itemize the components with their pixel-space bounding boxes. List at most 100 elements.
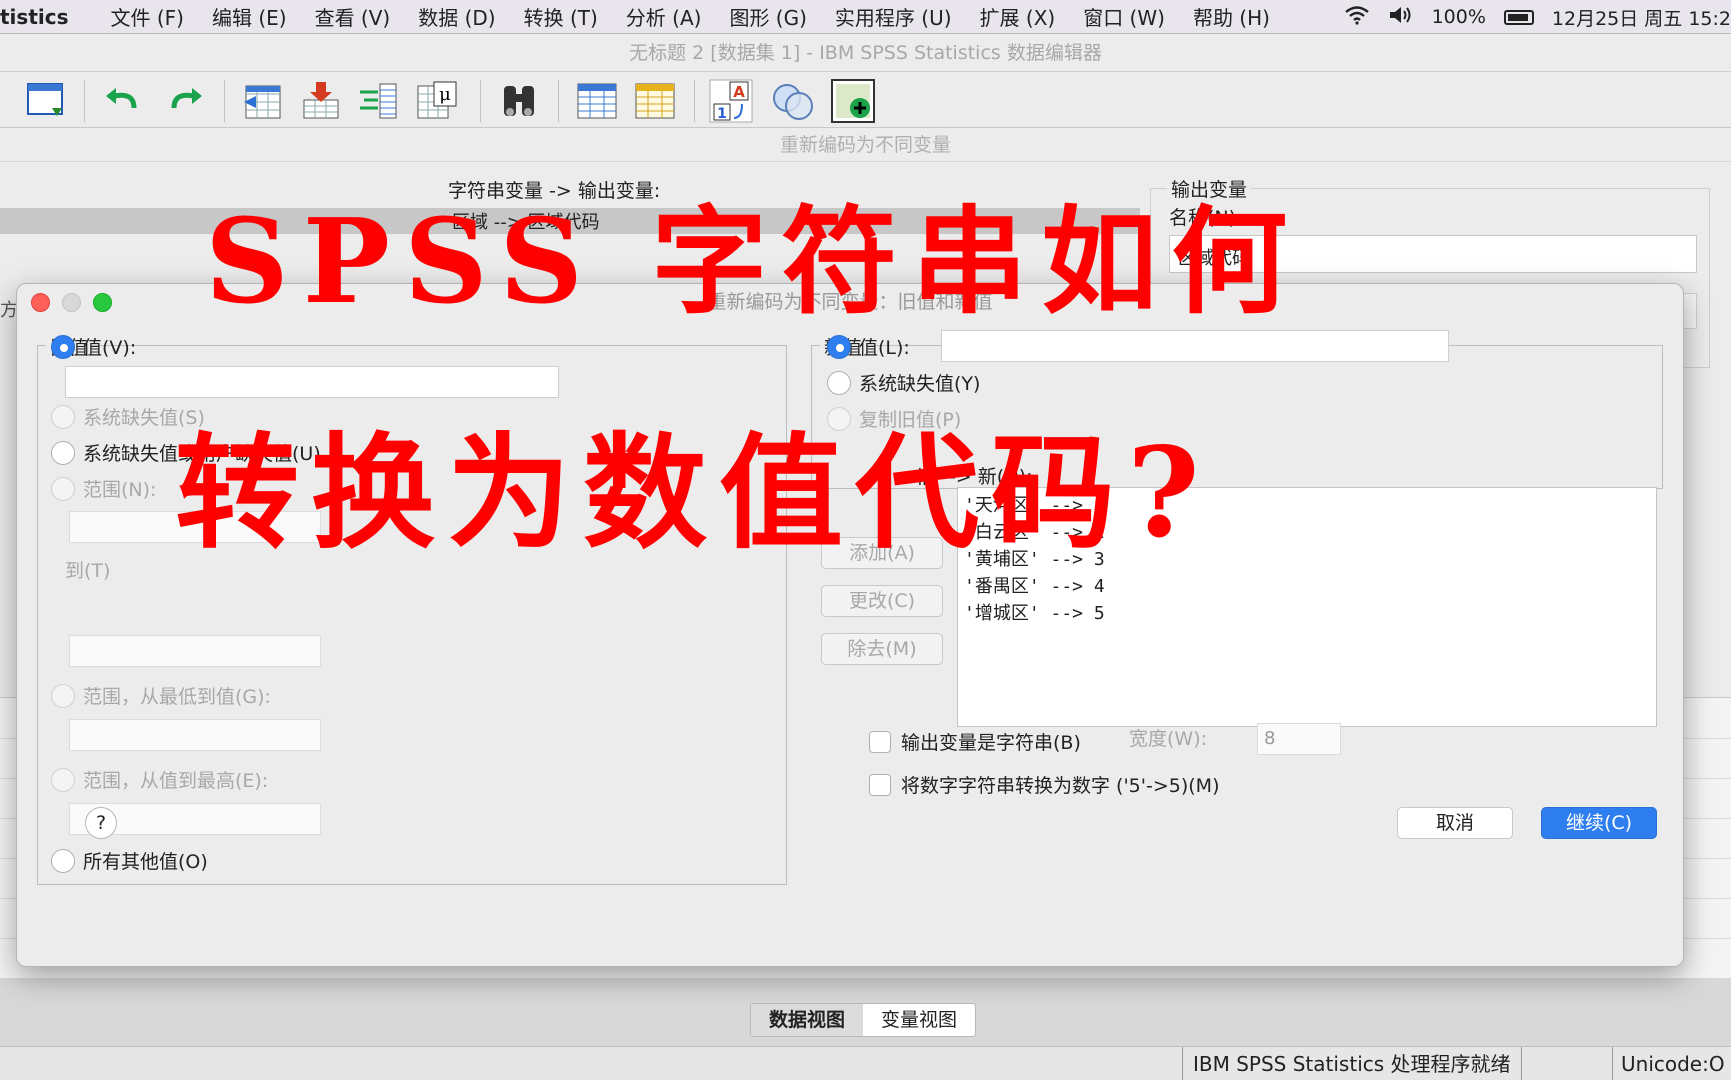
old-system-user-missing-label: 系统缺失值或用户缺失值(U) xyxy=(83,443,321,465)
width-label: 宽度(W): xyxy=(1129,728,1208,750)
new-value-label: 值(L): xyxy=(859,337,910,359)
old-all-other-label: 所有其他值(O) xyxy=(83,851,208,873)
radio-icon[interactable] xyxy=(51,476,75,501)
menu-analyze[interactable]: 分析 (A) xyxy=(612,2,716,31)
battery-icon[interactable] xyxy=(1503,9,1534,25)
radio-selected-icon[interactable] xyxy=(827,334,851,359)
range-from-input[interactable] xyxy=(69,511,321,543)
statistics-mu-icon[interactable]: μ xyxy=(414,78,460,124)
old-range-lowest-radio[interactable]: 范围，从最低到值(G): xyxy=(51,682,271,709)
menu-window[interactable]: 窗口 (W) xyxy=(1069,2,1179,31)
cancel-button[interactable]: 取消 xyxy=(1397,807,1513,839)
old-all-other-radio[interactable]: 所有其他值(O) xyxy=(51,847,208,874)
old-new-list-label: 旧 --> 新(D): xyxy=(917,466,1033,488)
output-variable-legend: 输出变量 xyxy=(1167,175,1252,202)
toolbar: μ A1 xyxy=(0,72,1731,128)
menu-edit[interactable]: 编辑 (E) xyxy=(198,2,301,31)
goto-variable-icon[interactable] xyxy=(298,78,344,124)
range-to-label: 到(T) xyxy=(65,560,111,582)
list-item[interactable]: '白云区' --> 2 xyxy=(964,519,1650,546)
value-labels-icon[interactable] xyxy=(830,78,876,124)
svg-text:A: A xyxy=(733,83,745,101)
range-lowest-input[interactable] xyxy=(69,719,321,751)
old-range-highest-label: 范围，从值到最高(E): xyxy=(83,770,269,792)
split-file-icon[interactable]: A1 xyxy=(708,78,754,124)
radio-selected-icon[interactable] xyxy=(51,334,75,359)
menu-utilities[interactable]: 实用程序 (U) xyxy=(821,2,966,31)
old-value-input[interactable] xyxy=(65,366,559,398)
redo-icon[interactable] xyxy=(162,78,208,124)
old-value-radio[interactable]: 值(V): xyxy=(51,333,136,360)
menu-graphs[interactable]: 图形 (G) xyxy=(715,2,820,31)
output-name-input[interactable]: 区域代码 xyxy=(1169,235,1697,273)
find-icon[interactable] xyxy=(496,78,542,124)
convert-numeric-label: 将数字字符串转换为数字 ('5'->5)(M) xyxy=(901,775,1220,797)
radio-icon[interactable] xyxy=(827,370,851,395)
new-value-input[interactable] xyxy=(941,330,1449,362)
menu-help[interactable]: 帮助 (H) xyxy=(1179,2,1284,31)
convert-numeric-checkbox[interactable]: 将数字字符串转换为数字 ('5'->5)(M) xyxy=(869,771,1219,798)
remove-button[interactable]: 除去(M) xyxy=(821,633,943,665)
status-bar: IBM SPSS Statistics 处理程序就绪 Unicode:O xyxy=(0,1046,1731,1080)
menu-transform[interactable]: 转换 (T) xyxy=(510,2,612,31)
help-button[interactable]: ? xyxy=(85,807,117,839)
encoding-status: Unicode:O xyxy=(1612,1047,1731,1080)
radio-icon[interactable] xyxy=(51,440,75,465)
status-area: 100% 12月25日 周五 15:2 xyxy=(1344,0,1731,34)
old-range-radio[interactable]: 范围(N): xyxy=(51,475,156,502)
tab-data-view[interactable]: 数据视图 xyxy=(751,1004,864,1036)
continue-button[interactable]: 继续(C) xyxy=(1541,807,1657,839)
svg-text:μ: μ xyxy=(439,84,451,105)
range-to-input[interactable] xyxy=(69,635,321,667)
select-cases-icon[interactable] xyxy=(770,78,816,124)
new-value-radio[interactable]: 值(L): xyxy=(827,333,910,360)
tab-variable-view[interactable]: 变量视图 xyxy=(863,1004,975,1036)
radio-icon[interactable] xyxy=(51,848,75,873)
old-range-highest-radio[interactable]: 范围，从值到最高(E): xyxy=(51,766,268,793)
radio-icon[interactable] xyxy=(51,767,75,792)
checkbox-icon[interactable] xyxy=(869,730,891,753)
processor-status: IBM SPSS Statistics 处理程序就绪 xyxy=(1182,1047,1522,1080)
old-range-lowest-label: 范围，从最低到值(G): xyxy=(83,686,271,708)
new-system-missing-label: 系统缺失值(Y) xyxy=(859,373,981,395)
list-item[interactable]: '天河区' --> 1 xyxy=(964,492,1650,519)
new-system-missing-radio[interactable]: 系统缺失值(Y) xyxy=(827,369,980,396)
volume-icon[interactable] xyxy=(1388,5,1414,30)
app-menu[interactable]: tistics xyxy=(0,5,97,29)
insert-variable-icon[interactable] xyxy=(632,78,678,124)
old-new-list[interactable]: '天河区' --> 1 '白云区' --> 2 '黄埔区' --> 3 '番禺区… xyxy=(957,487,1657,727)
output-string-label: 输出变量是字符串(B) xyxy=(901,732,1081,754)
menu-data[interactable]: 数据 (D) xyxy=(404,2,509,31)
radio-icon[interactable] xyxy=(51,404,75,429)
menubar: tistics 文件 (F) 编辑 (E) 查看 (V) 数据 (D) 转换 (… xyxy=(0,0,1731,34)
view-tabs: 数据视图 变量视图 xyxy=(750,1003,977,1037)
menu-file[interactable]: 文件 (F) xyxy=(97,2,198,31)
dialog-title: 重新编码为不同变量：旧值和新值 xyxy=(707,291,993,313)
radio-icon[interactable] xyxy=(51,683,75,708)
output-string-checkbox[interactable]: 输出变量是字符串(B) xyxy=(869,728,1081,755)
old-system-missing-radio[interactable]: 系统缺失值(S) xyxy=(51,403,205,430)
change-button[interactable]: 更改(C) xyxy=(821,585,943,617)
clock[interactable]: 12月25日 周五 15:2 xyxy=(1552,4,1731,31)
old-new-values-dialog: 重新编码为不同变量：旧值和新值 旧值 值(V): 系统缺失值(S) 系统缺失值或… xyxy=(16,283,1684,967)
undo-icon[interactable] xyxy=(100,78,146,124)
width-input[interactable]: 8 xyxy=(1257,723,1341,755)
dialog-recall-icon[interactable] xyxy=(24,78,70,124)
goto-case-icon[interactable] xyxy=(240,78,286,124)
checkbox-icon[interactable] xyxy=(869,773,891,796)
list-item[interactable]: '黄埔区' --> 3 xyxy=(964,546,1650,573)
radio-icon[interactable] xyxy=(827,406,851,431)
menu-view[interactable]: 查看 (V) xyxy=(301,2,405,31)
add-button[interactable]: 添加(A) xyxy=(821,537,943,569)
old-value-label: 值(V): xyxy=(83,337,137,359)
list-item[interactable]: '番禺区' --> 4 xyxy=(964,573,1650,600)
insert-cases-icon[interactable] xyxy=(574,78,620,124)
new-copy-old-radio[interactable]: 复制旧值(P) xyxy=(827,405,961,432)
old-system-user-missing-radio[interactable]: 系统缺失值或用户缺失值(U) xyxy=(51,439,321,466)
svg-text:1: 1 xyxy=(717,106,727,122)
menu-extensions[interactable]: 扩展 (X) xyxy=(966,2,1070,31)
wifi-icon[interactable] xyxy=(1344,5,1370,30)
variables-icon[interactable] xyxy=(356,78,402,124)
string-output-mapping[interactable]: 区域 --> 区域代码 xyxy=(452,208,600,234)
list-item[interactable]: '增城区' --> 5 xyxy=(964,600,1650,627)
